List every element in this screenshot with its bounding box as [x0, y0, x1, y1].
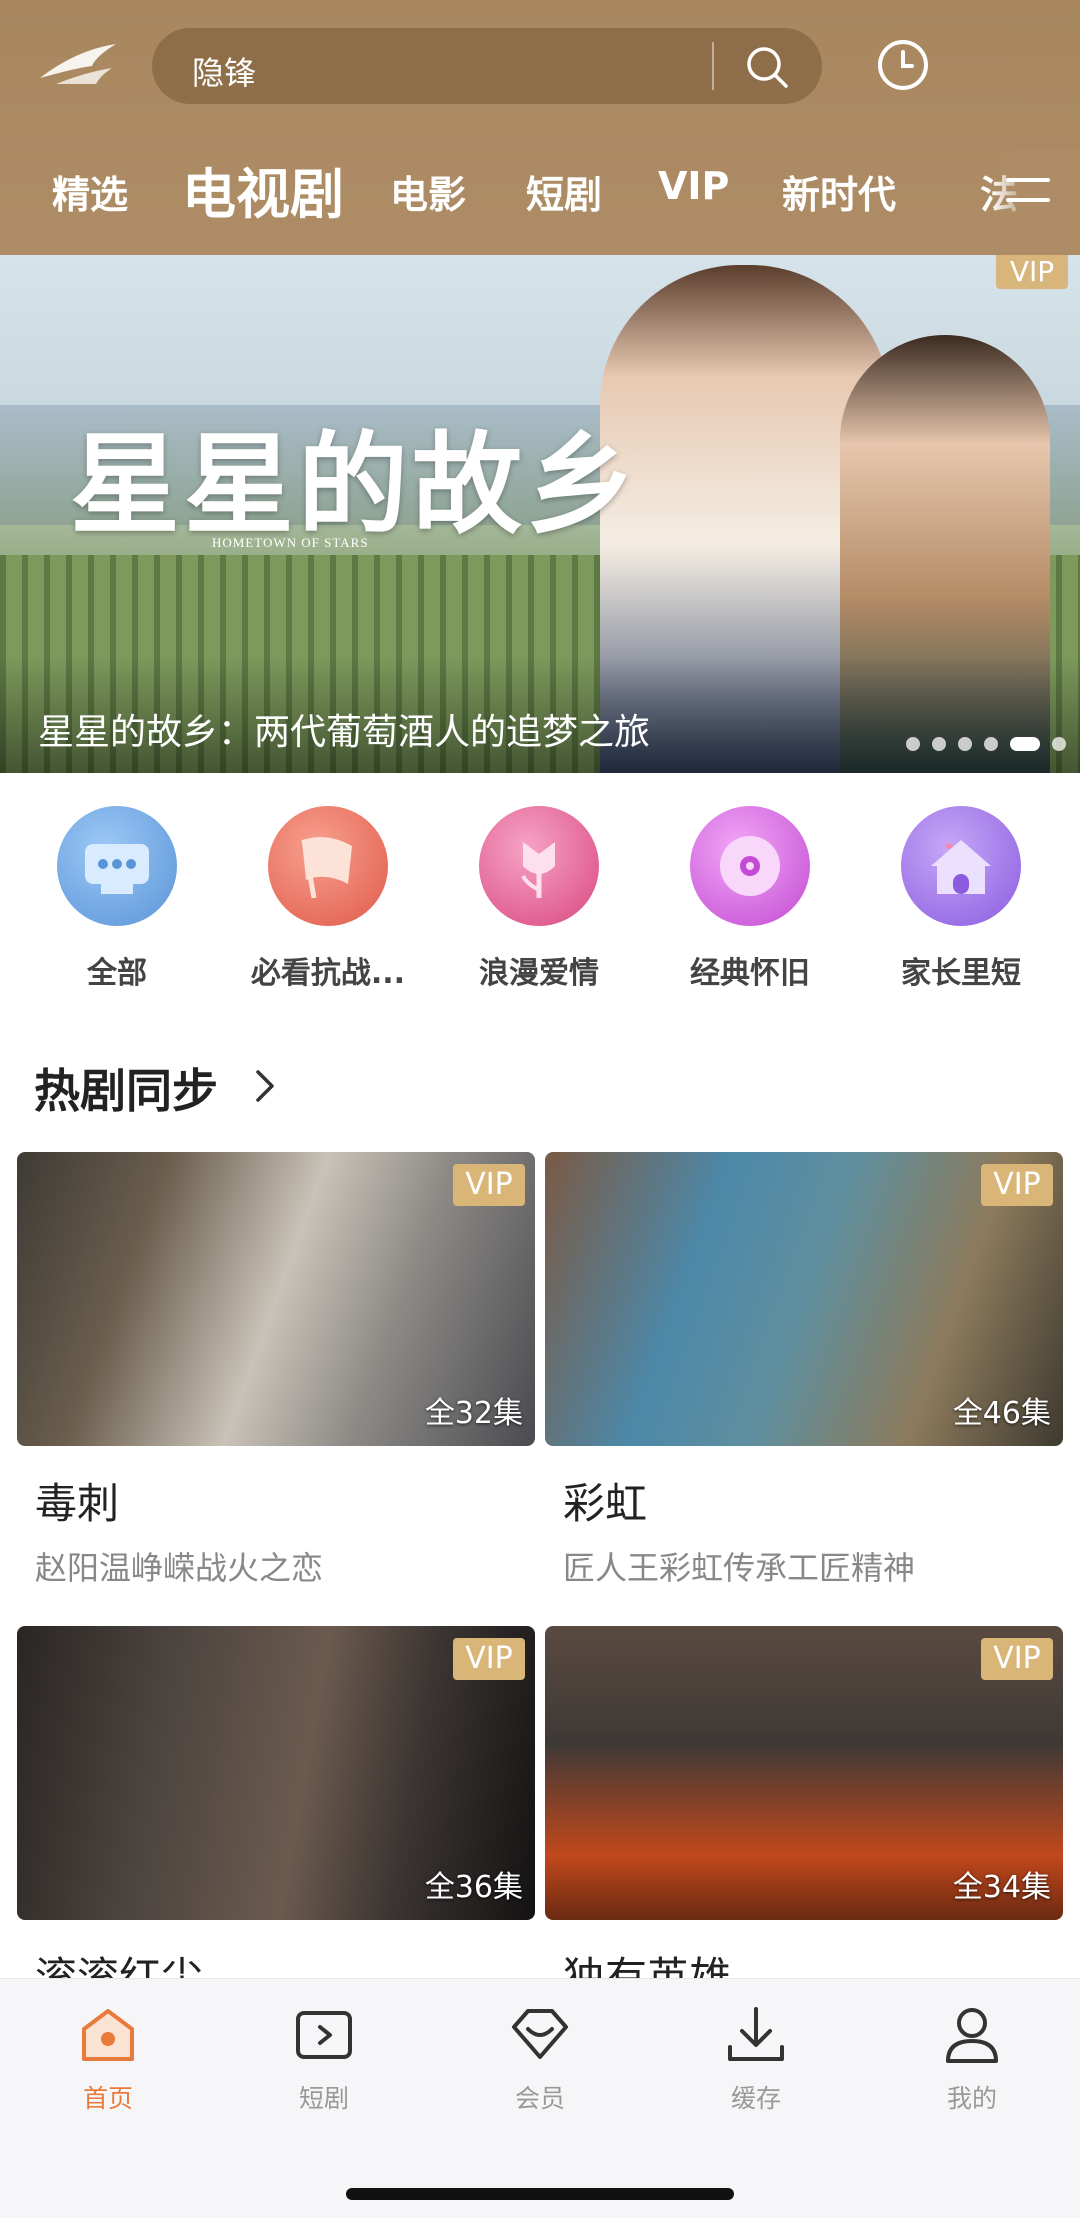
top-header: 隐锋 精选 电视剧 电影 短剧 VIP 新时代 法 — [0, 0, 1080, 255]
section-title[interactable]: 热剧同步 — [34, 1055, 218, 1121]
banner-title-art-en: HOMETOWN OF STARS — [212, 535, 369, 550]
search-divider — [712, 42, 714, 90]
genre-all[interactable]: 全部 — [17, 800, 217, 992]
pagination-dot-active[interactable] — [1010, 737, 1040, 751]
show-title: 彩虹 — [563, 1479, 648, 1528]
genre-romance[interactable]: 浪漫爱情 — [439, 800, 639, 992]
nav-membership[interactable]: 会员 — [460, 2003, 620, 2115]
vip-badge: VIP — [981, 1638, 1053, 1680]
tab-vip[interactable]: VIP — [658, 164, 729, 208]
hero-banner[interactable]: 星星的故乡 HOMETOWN OF STARS VIP 星星的故乡：两代葡萄酒人… — [0, 255, 1080, 773]
search-input[interactable]: 隐锋 — [192, 48, 256, 94]
genre-war[interactable]: 必看抗战... — [228, 800, 428, 992]
genre-label: 浪漫爱情 — [479, 956, 599, 991]
home-icon — [82, 2009, 134, 2061]
bottom-navigation: 首页 短剧 会员 缓存 我的 — [0, 1978, 1080, 2218]
tab-tv-series[interactable]: 电视剧 — [182, 150, 344, 229]
user-icon — [946, 2008, 998, 2063]
episode-count: 全36集 — [424, 1870, 523, 1905]
nav-profile[interactable]: 我的 — [892, 2003, 1052, 2115]
show-thumbnail: VIP 全32集 — [17, 1152, 535, 1446]
genre-label: 必看抗战... — [250, 956, 406, 991]
download-icon — [728, 2007, 784, 2061]
banner-caption: 星星的故乡：两代葡萄酒人的追梦之旅 — [38, 712, 651, 753]
show-thumbnail: VIP 全36集 — [17, 1626, 535, 1920]
tab-jingxuan[interactable]: 精选 — [52, 164, 128, 219]
show-card[interactable]: VIP 全46集 彩虹 匠人王彩虹传承工匠精神 — [545, 1152, 1063, 1589]
show-title: 毒刺 — [35, 1479, 120, 1528]
nav-downloads[interactable]: 缓存 — [676, 2003, 836, 2115]
tab-movies[interactable]: 电影 — [390, 164, 466, 219]
vip-badge: VIP — [981, 1164, 1053, 1206]
tulip-icon — [479, 806, 599, 926]
genre-label: 家长里短 — [901, 956, 1021, 991]
tab-new-era[interactable]: 新时代 — [782, 164, 896, 219]
screen: 隐锋 精选 电视剧 电影 短剧 VIP 新时代 法 — [0, 0, 1080, 2218]
episode-count: 全34集 — [952, 1870, 1051, 1905]
show-card[interactable]: VIP 全34集 独有英雄 — [545, 1626, 1063, 2005]
play-box-icon — [296, 2011, 352, 2059]
show-description: 匠人王彩虹传承工匠精神 — [563, 1549, 916, 1587]
nav-label: 会员 — [514, 2084, 565, 2113]
episode-count: 全32集 — [424, 1396, 523, 1431]
pagination-dot[interactable] — [1052, 737, 1066, 751]
search-bar[interactable]: 隐锋 — [152, 28, 822, 104]
show-card[interactable]: VIP 全36集 滚滚红尘 — [17, 1626, 535, 2005]
nav-short-drama[interactable]: 短剧 — [244, 2003, 404, 2115]
banner-pagination — [894, 737, 1066, 751]
genre-shortcuts: 全部 必看抗战... 浪漫爱情 经典怀旧 家长里短 — [0, 800, 1080, 992]
diamond-icon — [512, 2009, 568, 2059]
menu-icon[interactable] — [1006, 174, 1050, 206]
genre-label: 全部 — [87, 956, 147, 991]
nav-label: 短剧 — [298, 2084, 349, 2113]
vip-badge: VIP — [453, 1638, 525, 1680]
genre-classic[interactable]: 经典怀旧 — [650, 800, 850, 992]
vip-badge: VIP — [453, 1164, 525, 1206]
house-icon — [901, 806, 1021, 926]
nav-label: 缓存 — [730, 2084, 781, 2113]
pagination-dot[interactable] — [984, 737, 998, 751]
flag-icon — [268, 806, 388, 926]
vip-badge: VIP — [996, 255, 1068, 289]
banner-title-art: 星星的故乡 — [70, 420, 640, 549]
genre-family[interactable]: 家长里短 — [861, 800, 1061, 992]
show-card[interactable]: VIP 全32集 毒刺 赵阳温峥嵘战火之恋 — [17, 1152, 535, 1589]
chat-bubble-icon — [57, 806, 177, 926]
pagination-dot[interactable] — [906, 737, 920, 751]
tab-short-drama[interactable]: 短剧 — [526, 164, 602, 219]
show-thumbnail: VIP 全46集 — [545, 1152, 1063, 1446]
category-tabs: 精选 电视剧 电影 短剧 VIP 新时代 法 — [0, 150, 1080, 230]
episode-count: 全46集 — [952, 1396, 1051, 1431]
pagination-dot[interactable] — [958, 737, 972, 751]
chevron-right-icon[interactable] — [250, 1066, 280, 1106]
search-icon[interactable] — [744, 44, 790, 90]
nav-label: 首页 — [82, 2084, 133, 2113]
home-indicator[interactable] — [346, 2188, 734, 2200]
genre-label: 经典怀旧 — [690, 956, 810, 991]
app-logo-icon[interactable] — [36, 38, 120, 90]
pagination-dot[interactable] — [932, 737, 946, 751]
nav-home[interactable]: 首页 — [28, 2003, 188, 2115]
nav-label: 我的 — [946, 2084, 997, 2113]
history-clock-icon[interactable] — [876, 38, 930, 92]
show-thumbnail: VIP 全34集 — [545, 1626, 1063, 1920]
show-description: 赵阳温峥嵘战火之恋 — [35, 1549, 324, 1587]
disc-icon — [690, 806, 810, 926]
